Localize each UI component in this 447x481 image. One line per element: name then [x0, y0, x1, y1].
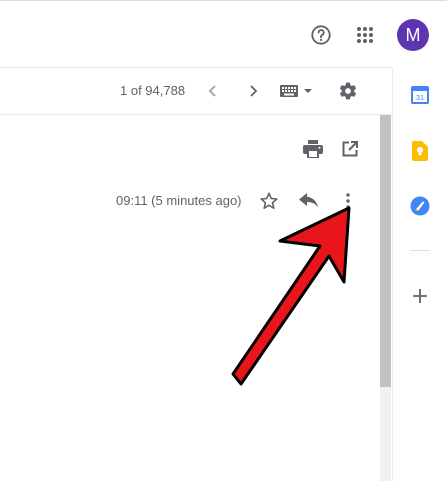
side-panel: [392, 67, 447, 481]
help-button[interactable]: [308, 22, 334, 48]
help-circle-icon: [311, 25, 331, 45]
pager-text: 1 of 94,788: [120, 83, 186, 98]
reply-button[interactable]: [297, 189, 321, 213]
calendar-day-label: 31: [416, 93, 424, 102]
header-divider: [0, 67, 392, 68]
newer-button[interactable]: [202, 80, 224, 102]
plus-icon: [413, 289, 427, 303]
input-tools-button[interactable]: [279, 80, 315, 102]
keyboard-icon: [280, 85, 312, 97]
calendar-button[interactable]: 31: [410, 85, 430, 105]
side-panel-divider: [410, 250, 430, 251]
calendar-icon: 31: [411, 86, 429, 104]
print-icon: [303, 140, 323, 158]
reply-icon: [299, 193, 318, 208]
open-in-new-window-icon: [342, 141, 358, 157]
chevron-left-icon: [208, 85, 216, 97]
chevron-right-icon: [250, 85, 258, 97]
message-timestamp: 09:11 (5 minutes ago): [116, 193, 242, 208]
keep-button[interactable]: [410, 140, 430, 162]
get-addons-button[interactable]: [410, 286, 430, 306]
tasks-button[interactable]: [410, 196, 430, 216]
toolbar-divider: [0, 114, 392, 115]
star-button[interactable]: [257, 189, 281, 213]
settings-button[interactable]: [336, 79, 360, 103]
scrollbar-thumb[interactable]: [380, 115, 391, 387]
avatar-letter: M: [405, 24, 421, 45]
more-vertical-icon: [346, 193, 350, 209]
tasks-check-icon: [410, 196, 430, 216]
older-button[interactable]: [242, 80, 264, 102]
star-icon: [260, 192, 278, 209]
account-avatar[interactable]: M: [397, 19, 429, 51]
print-all-button[interactable]: [302, 138, 324, 160]
apps-grid-icon: [357, 27, 373, 43]
apps-button[interactable]: [352, 22, 378, 48]
top-border: [0, 0, 447, 1]
more-options-button[interactable]: [338, 189, 358, 213]
gear-icon: [339, 82, 357, 100]
keep-bulb-icon: [412, 141, 428, 161]
open-in-new-window-button[interactable]: [339, 138, 361, 160]
